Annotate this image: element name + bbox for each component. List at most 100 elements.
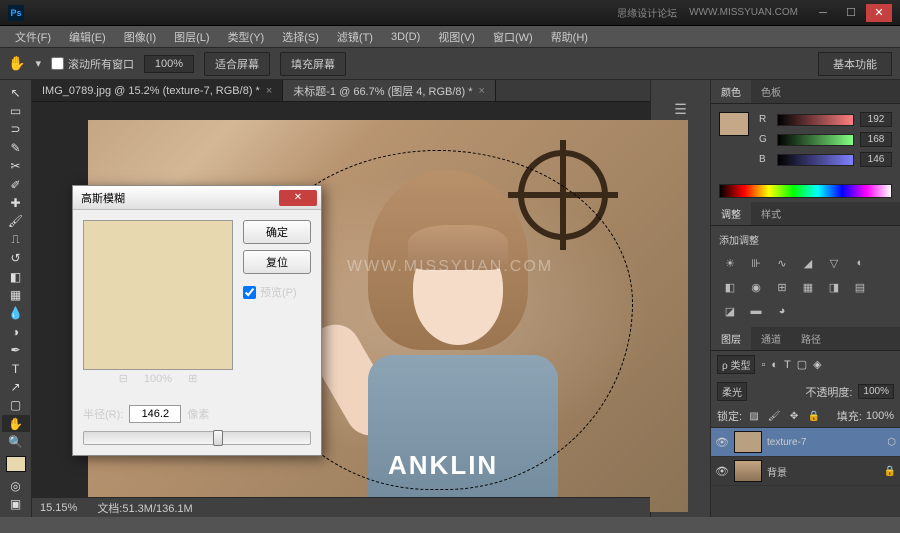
close-tab-icon[interactable]: ×	[266, 85, 272, 97]
eraser-tool[interactable]: ◧	[2, 268, 30, 285]
zoom-in-icon[interactable]: ⊞	[188, 372, 197, 385]
ok-button[interactable]: 确定	[243, 220, 311, 244]
preview-checkbox[interactable]: 预览(P)	[243, 284, 311, 300]
close-tab-icon[interactable]: ×	[479, 85, 485, 97]
lock-all-icon[interactable]: 🔒	[806, 409, 822, 423]
pen-tool[interactable]: ✒	[2, 341, 30, 358]
quick-select-tool[interactable]: ✎	[2, 139, 30, 156]
filter-type-icon[interactable]: T	[784, 359, 791, 371]
styles-tab[interactable]: 样式	[751, 202, 791, 225]
layer-row[interactable]: 👁 背景 🔒	[711, 457, 900, 486]
photo-filter-icon[interactable]: ◉	[745, 277, 767, 297]
filter-shape-icon[interactable]: ▢	[797, 358, 807, 371]
slider-thumb[interactable]	[213, 430, 223, 446]
layer-filter[interactable]: ρ 类型	[717, 355, 755, 374]
menu-layer[interactable]: 图层(L)	[165, 26, 218, 48]
blend-mode[interactable]: 柔光	[717, 382, 747, 401]
posterize-icon[interactable]: ▤	[849, 277, 871, 297]
filter-image-icon[interactable]: ▫	[761, 359, 765, 371]
lock-pixels-icon[interactable]: 🖌	[766, 409, 782, 423]
brightness-icon[interactable]: ☀	[719, 253, 741, 273]
shape-tool[interactable]: ▢	[2, 397, 30, 414]
curves-icon[interactable]: ∿	[771, 253, 793, 273]
gradient-tool[interactable]: ▦	[2, 286, 30, 303]
marquee-tool[interactable]: ▭	[2, 102, 30, 119]
document-tab[interactable]: 未标题-1 @ 66.7% (图层 4, RGB/8) *×	[283, 80, 496, 101]
scroll-all-checkbox[interactable]: 滚动所有窗口	[51, 56, 134, 72]
g-value[interactable]: 168	[860, 132, 892, 147]
history-brush-tool[interactable]: ↺	[2, 250, 30, 267]
menu-type[interactable]: 类型(Y)	[219, 26, 274, 48]
maximize-button[interactable]: ☐	[838, 4, 864, 22]
visibility-icon[interactable]: 👁	[715, 436, 729, 449]
b-value[interactable]: 146	[860, 152, 892, 167]
menu-3d[interactable]: 3D(D)	[382, 28, 429, 46]
workspace-switcher[interactable]: 基本功能	[818, 52, 892, 76]
g-slider[interactable]	[777, 134, 854, 146]
exposure-icon[interactable]: ◢	[797, 253, 819, 273]
crop-tool[interactable]: ✂	[2, 158, 30, 175]
layer-name[interactable]: 背景	[767, 464, 879, 479]
radius-slider[interactable]	[83, 431, 311, 445]
invert-icon[interactable]: ◨	[823, 277, 845, 297]
r-slider[interactable]	[777, 114, 854, 126]
r-value[interactable]: 192	[860, 112, 892, 127]
lookup-icon[interactable]: ▦	[797, 277, 819, 297]
bw-icon[interactable]: ◧	[719, 277, 741, 297]
foreground-color[interactable]	[6, 456, 26, 472]
stamp-tool[interactable]: ⎍	[2, 231, 30, 248]
blur-tool[interactable]: 💧	[2, 305, 30, 322]
path-select-tool[interactable]: ↗	[2, 378, 30, 395]
status-zoom[interactable]: 15.15%	[40, 502, 77, 514]
layer-name[interactable]: texture-7	[767, 437, 882, 448]
layer-row[interactable]: 👁 texture-7 ⬡	[711, 428, 900, 457]
layers-tab[interactable]: 图层	[711, 327, 751, 350]
menu-view[interactable]: 视图(V)	[429, 26, 484, 48]
selective-color-icon[interactable]: ◕	[771, 301, 793, 321]
vibrance-icon[interactable]: ▽	[823, 253, 845, 273]
menu-help[interactable]: 帮助(H)	[542, 26, 597, 48]
color-tab[interactable]: 颜色	[711, 80, 751, 103]
menu-edit[interactable]: 编辑(E)	[60, 26, 115, 48]
hue-icon[interactable]: ◐	[849, 253, 871, 273]
menu-select[interactable]: 选择(S)	[273, 26, 328, 48]
lock-position-icon[interactable]: ✥	[786, 409, 802, 423]
fill-value[interactable]: 100%	[866, 410, 894, 422]
link-icon[interactable]: ⬡	[887, 437, 896, 448]
dialog-close-button[interactable]: ✕	[279, 190, 317, 206]
visibility-icon[interactable]: 👁	[715, 465, 729, 478]
type-tool[interactable]: T	[2, 360, 30, 377]
spectrum-bar[interactable]	[719, 184, 892, 198]
hand-tool[interactable]: ✋	[2, 415, 30, 432]
screenmode-toggle[interactable]: ▣	[2, 495, 30, 512]
levels-icon[interactable]: ⊪	[745, 253, 767, 273]
filter-smart-icon[interactable]: ◈	[813, 358, 821, 371]
dropdown-icon[interactable]: ▾	[35, 57, 41, 70]
brush-tool[interactable]: 🖌	[2, 213, 30, 230]
eyedropper-tool[interactable]: ✐	[2, 176, 30, 193]
heal-tool[interactable]: ✚	[2, 194, 30, 211]
close-button[interactable]: ✕	[866, 4, 892, 22]
reset-button[interactable]: 复位	[243, 250, 311, 274]
b-slider[interactable]	[777, 154, 854, 166]
color-preview[interactable]	[719, 112, 749, 136]
filter-adj-icon[interactable]: ◐	[771, 359, 778, 371]
channels-tab[interactable]: 通道	[751, 327, 791, 350]
paths-tab[interactable]: 路径	[791, 327, 831, 350]
document-tab[interactable]: IMG_0789.jpg @ 15.2% (texture-7, RGB/8) …	[32, 80, 283, 101]
menu-file[interactable]: 文件(F)	[6, 26, 60, 48]
move-tool[interactable]: ↖	[2, 84, 30, 101]
radius-input[interactable]	[129, 405, 181, 423]
history-panel-icon[interactable]: ☰	[669, 98, 693, 120]
opacity-value[interactable]: 100%	[858, 384, 894, 399]
minimize-button[interactable]: ─	[810, 4, 836, 22]
zoom-tool[interactable]: 🔍	[2, 433, 30, 450]
lock-transparency-icon[interactable]: ▨	[746, 409, 762, 423]
channel-mixer-icon[interactable]: ⊞	[771, 277, 793, 297]
zoom-field[interactable]: 100%	[144, 55, 194, 73]
fill-screen-button[interactable]: 填充屏幕	[280, 52, 346, 76]
quickmask-toggle[interactable]: ◎	[2, 477, 30, 494]
swatches-tab[interactable]: 色板	[751, 80, 791, 103]
dodge-tool[interactable]: ◑	[2, 323, 30, 340]
menu-window[interactable]: 窗口(W)	[484, 26, 542, 48]
